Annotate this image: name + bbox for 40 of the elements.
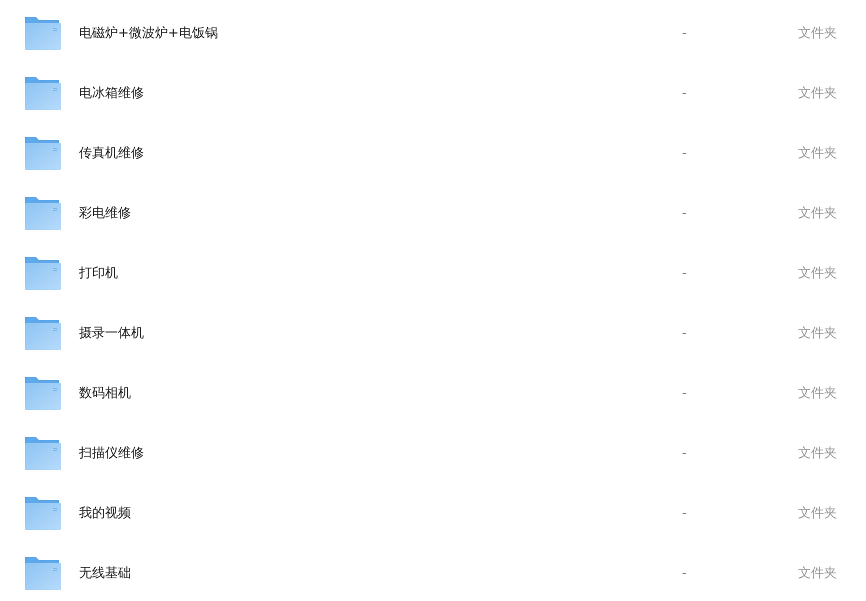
file-type: 文件夹 [798,205,838,222]
file-size: - [682,266,688,280]
file-name[interactable]: 打印机 [79,264,682,282]
folder-icon [25,256,61,290]
file-type: 文件夹 [798,505,838,522]
file-size: - [682,506,688,520]
folder-icon [25,196,61,230]
folder-icon [25,436,61,470]
folder-icon [25,376,61,410]
file-size: - [682,386,688,400]
file-type: 文件夹 [798,445,838,462]
folder-icon [25,316,61,350]
file-type: 文件夹 [798,145,838,162]
file-name[interactable]: 传真机维修 [79,144,682,162]
file-size: - [682,26,688,40]
file-size: - [682,566,688,580]
file-type: 文件夹 [798,385,838,402]
file-size: - [682,446,688,460]
file-type: 文件夹 [798,265,838,282]
file-size: - [682,326,688,340]
file-type: 文件夹 [798,85,838,102]
file-type: 文件夹 [798,25,838,42]
folder-icon [25,496,61,530]
file-name[interactable]: 电磁炉+微波炉+电饭锅 [79,24,682,42]
file-type: 文件夹 [798,325,838,342]
file-name[interactable]: 扫描仪维修 [79,444,682,462]
file-name[interactable]: 摄录一体机 [79,324,682,342]
file-type: 文件夹 [798,565,838,582]
file-size: - [682,146,688,160]
folder-icon [25,16,61,50]
file-name[interactable]: 数码相机 [79,384,682,402]
file-size: - [682,86,688,100]
file-size: - [682,206,688,220]
file-name[interactable]: 电冰箱维修 [79,84,682,102]
file-name[interactable]: 我的视频 [79,504,682,522]
file-name[interactable]: 无线基础 [79,564,682,582]
folder-icon [25,556,61,590]
file-name[interactable]: 彩电维修 [79,204,682,222]
folder-icon [25,136,61,170]
folder-icon [25,76,61,110]
